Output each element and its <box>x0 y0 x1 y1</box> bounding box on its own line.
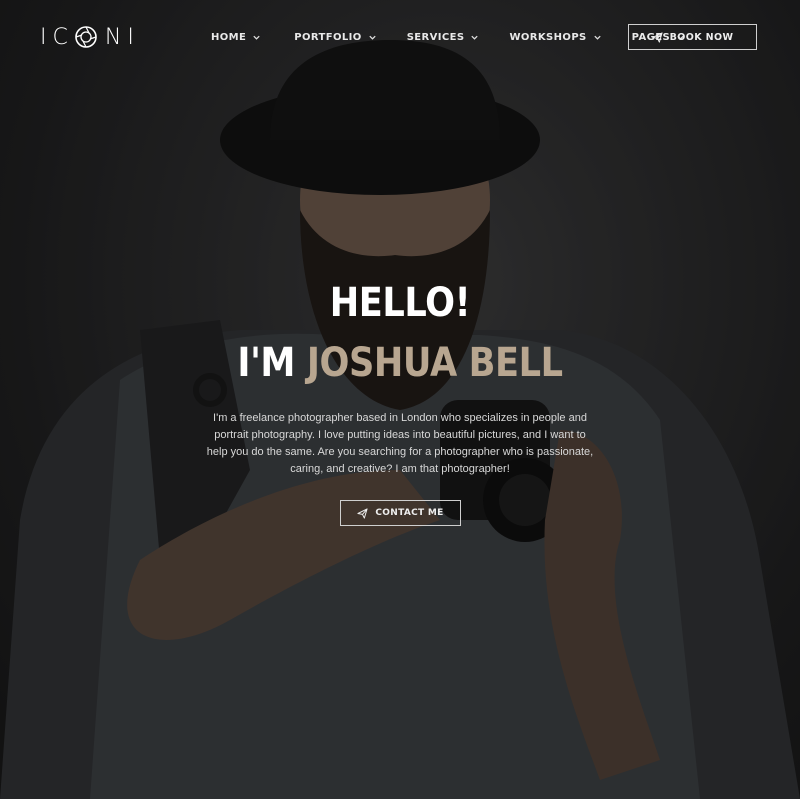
chevron-down-icon <box>471 35 479 40</box>
site-header: IC NI HOME PORTFOLIO SERVICES WORKSHOPS <box>0 0 800 74</box>
chevron-down-icon <box>369 35 376 40</box>
nav-item-portfolio[interactable]: PORTFOLIO <box>294 29 376 45</box>
main-nav: HOME PORTFOLIO SERVICES WORKSHOPS PAGES <box>211 29 685 45</box>
nav-item-label: SERVICES <box>406 31 465 43</box>
book-now-button[interactable]: BOOK NOW <box>628 24 757 50</box>
nav-item-services[interactable]: SERVICES <box>407 29 480 45</box>
paper-plane-icon <box>357 507 368 519</box>
site-logo[interactable]: IC NI <box>40 24 140 50</box>
background-dim-overlay <box>0 0 800 799</box>
nav-item-workshops[interactable]: WORKSHOPS <box>509 29 601 45</box>
logo-text-left: IC <box>40 24 74 50</box>
chevron-down-icon <box>253 35 260 40</box>
nav-item-label: PORTFOLIO <box>294 31 362 43</box>
paper-plane-icon <box>652 31 663 43</box>
book-now-label: BOOK NOW <box>669 31 734 43</box>
nav-item-label: WORKSHOPS <box>509 31 587 43</box>
nav-item-label: HOME <box>211 31 247 43</box>
aperture-icon <box>74 25 98 49</box>
contact-me-label: CONTACT ME <box>375 508 444 518</box>
chevron-down-icon <box>594 35 601 40</box>
nav-item-home[interactable]: HOME <box>211 29 261 45</box>
logo-text-right: NI <box>104 24 140 50</box>
contact-me-button[interactable]: CONTACT ME <box>340 500 461 526</box>
